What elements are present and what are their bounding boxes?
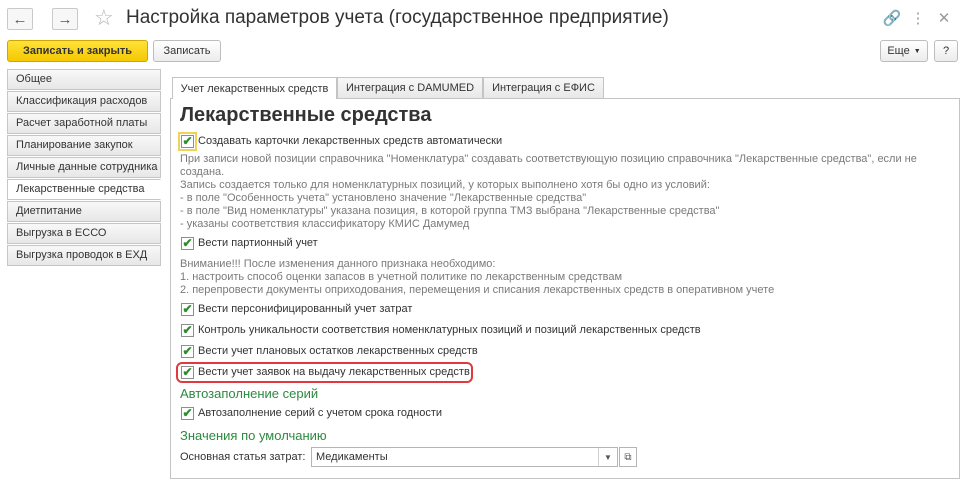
uniqueness-control-label[interactable]: Контроль уникальности соответствия номен…	[198, 324, 701, 336]
note-line: создана.	[180, 166, 225, 178]
forward-button[interactable]: →	[52, 8, 78, 30]
auto-cards-checkbox[interactable]: ✔	[178, 132, 197, 151]
checkmark-icon: ✔	[182, 134, 193, 148]
sidebar-item-payroll[interactable]: Расчет заработной платы	[7, 113, 161, 134]
defaults-section-heading: Значения по умолчанию	[180, 428, 327, 443]
cost-item-value: Медикаменты	[316, 451, 388, 463]
series-autofill-label[interactable]: Автозаполнение серий с учетом срока годн…	[198, 407, 442, 419]
note-line: Внимание!!! После изменения данного приз…	[180, 258, 496, 270]
more-vertical-icon[interactable]: ⋮	[908, 8, 928, 30]
sidebar-item-ehd-export[interactable]: Выгрузка проводок в ЕХД	[7, 245, 161, 266]
help-button[interactable]: ?	[934, 40, 958, 62]
sidebar-item-diet[interactable]: Диетпитание	[7, 201, 161, 222]
planned-balances-checkbox[interactable]: ✔	[181, 345, 194, 358]
personified-cost-label[interactable]: Вести персонифицированный учет затрат	[198, 303, 412, 315]
checkmark-icon: ✔	[182, 406, 193, 420]
cost-item-label: Основная статья затрат:	[180, 451, 306, 463]
forward-arrow-icon: →	[57, 10, 73, 28]
issue-requests-checkbox[interactable]: ✔	[181, 366, 194, 379]
tab-efis-integration[interactable]: Интеграция с ЕФИС	[483, 77, 604, 98]
checkmark-icon: ✔	[182, 323, 193, 337]
chevron-down-icon[interactable]: ▼	[598, 448, 617, 466]
note-line: 2. перепровести документы оприходования,…	[180, 284, 775, 296]
save-and-close-button[interactable]: Записать и закрыть	[7, 40, 148, 62]
cost-item-field[interactable]: Медикаменты ▼	[311, 447, 618, 467]
star-icon[interactable]: ☆	[94, 5, 114, 31]
tab-medicine-accounting[interactable]: Учет лекарственных средств	[172, 77, 337, 99]
back-arrow-icon: ←	[12, 10, 28, 28]
more-button-label: Еще	[887, 45, 910, 57]
note-line: При записи новой позиции справочника "Но…	[180, 153, 917, 165]
sidebar-item-procurement[interactable]: Планирование закупок	[7, 135, 161, 156]
save-button[interactable]: Записать	[153, 40, 221, 62]
sidebar: Общее Классификация расходов Расчет зара…	[7, 69, 161, 267]
sidebar-item-medicines[interactable]: Лекарственные средства	[7, 179, 161, 200]
series-autofill-checkbox[interactable]: ✔	[181, 407, 194, 420]
checkmark-icon: ✔	[182, 365, 193, 379]
tab-damumed-integration[interactable]: Интеграция с DAMUMED	[337, 77, 483, 98]
window-title: Настройка параметров учета (государствен…	[126, 7, 669, 28]
more-button[interactable]: Еще ▼	[880, 40, 928, 62]
batch-accounting-label[interactable]: Вести партионный учет	[198, 237, 318, 249]
sidebar-item-general[interactable]: Общее	[7, 69, 161, 90]
note-line: - указаны соответствия классификатору КМ…	[180, 218, 470, 230]
uniqueness-control-checkbox[interactable]: ✔	[181, 324, 194, 337]
sidebar-item-expense-classification[interactable]: Классификация расходов	[7, 91, 161, 112]
personified-cost-checkbox[interactable]: ✔	[181, 303, 194, 316]
auto-cards-label[interactable]: Создавать карточки лекарственных средств…	[198, 135, 502, 147]
open-icon[interactable]: ⧉	[619, 447, 637, 467]
checkmark-icon: ✔	[182, 236, 193, 250]
batch-accounting-checkbox[interactable]: ✔	[181, 237, 194, 250]
sidebar-item-employee-data[interactable]: Личные данные сотрудника	[7, 157, 161, 178]
close-icon[interactable]: ✕	[934, 8, 954, 30]
back-button[interactable]: ←	[7, 8, 33, 30]
chevron-down-icon: ▼	[913, 47, 921, 55]
link-icon[interactable]: 🔗	[882, 8, 902, 30]
issue-requests-label[interactable]: Вести учет заявок на выдачу лекарственны…	[198, 366, 470, 378]
note-line: - в поле "Особенность учета" установлено…	[180, 192, 587, 204]
planned-balances-label[interactable]: Вести учет плановых остатков лекарственн…	[198, 345, 478, 357]
checkmark-icon: ✔	[182, 344, 193, 358]
note-line: - в поле "Вид номенклатуры" указана пози…	[180, 205, 720, 217]
checkmark-icon: ✔	[182, 302, 193, 316]
sidebar-item-esso-export[interactable]: Выгрузка в ЕССО	[7, 223, 161, 244]
page-heading: Лекарственные средства	[180, 104, 432, 126]
note-line: Запись создается только для номенклатурн…	[180, 179, 710, 191]
note-line: 1. настроить способ оценки запасов в уче…	[180, 271, 623, 283]
series-section-heading: Автозаполнение серий	[180, 386, 319, 401]
